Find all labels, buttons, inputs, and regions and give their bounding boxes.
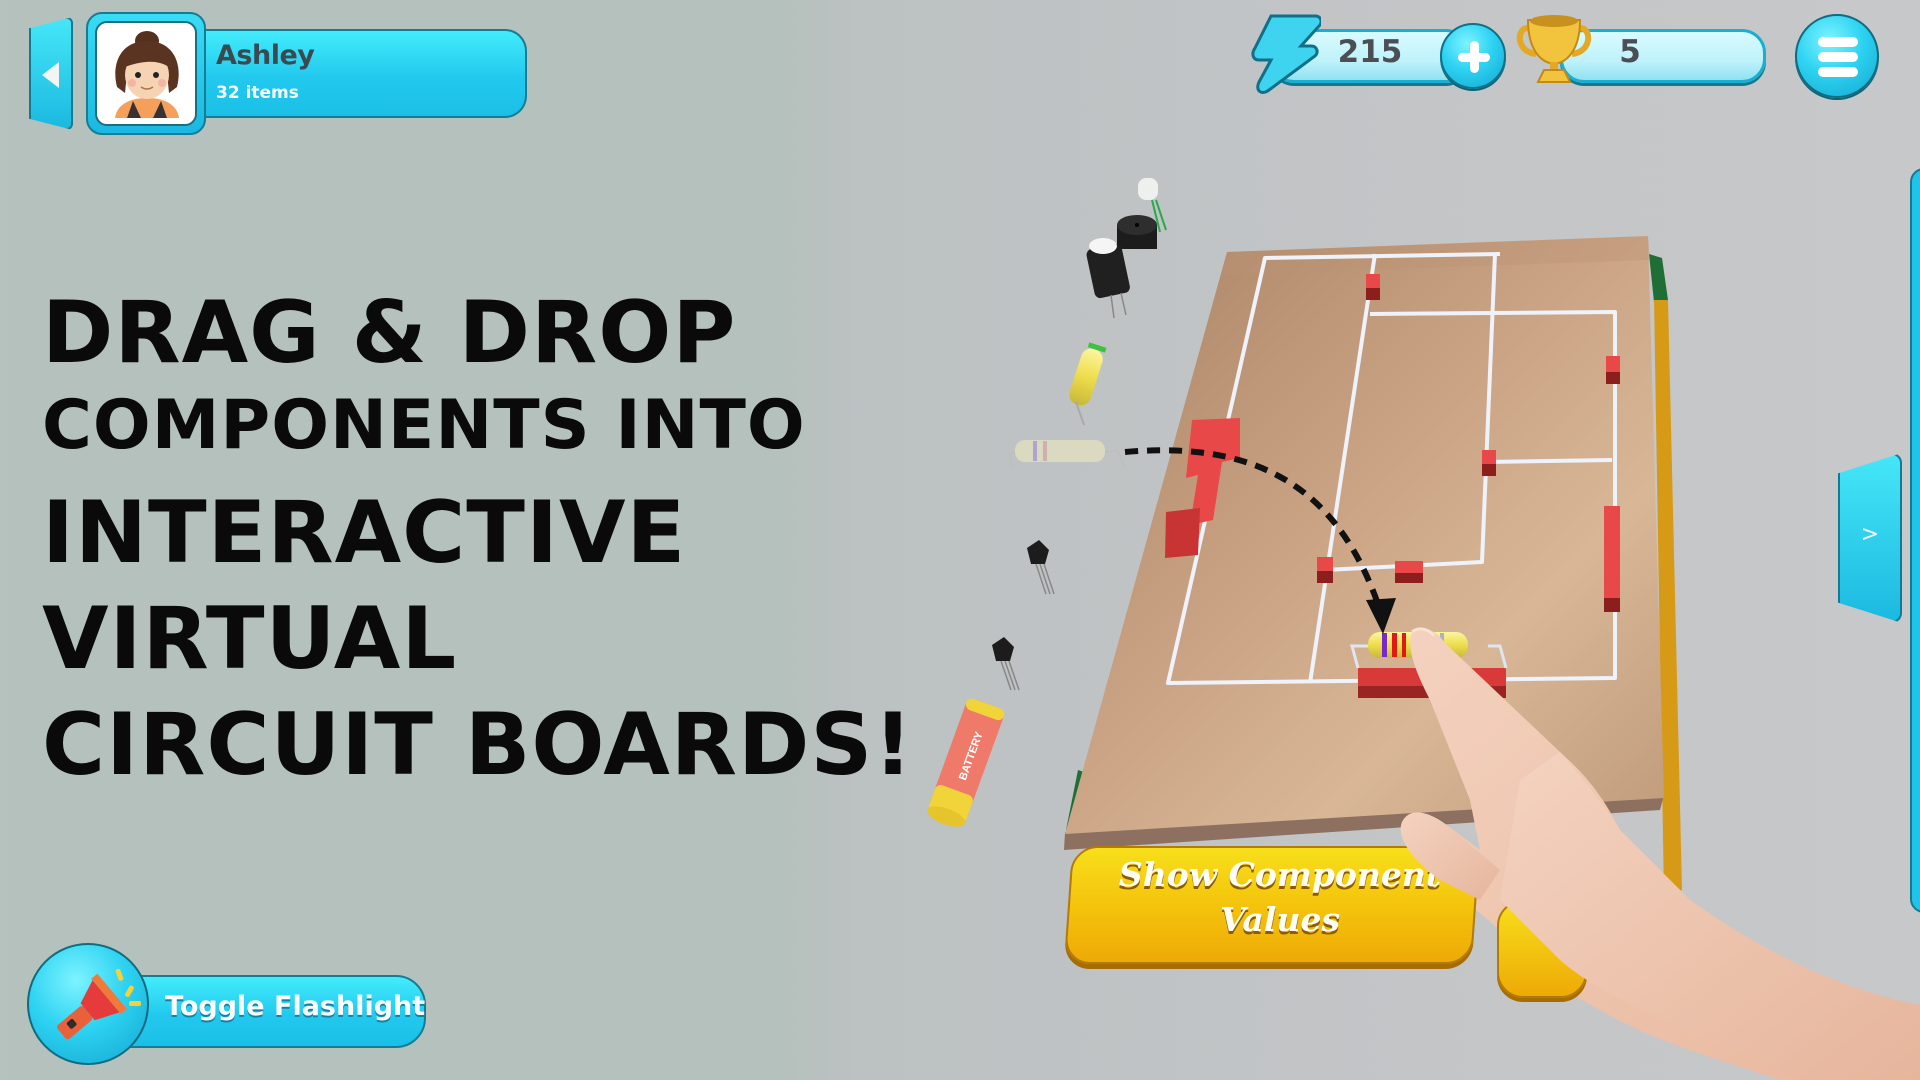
component-buzzer	[1117, 215, 1157, 249]
secondary-yellow-button[interactable]	[1497, 900, 1587, 998]
headline-line-4: VIRTUAL	[42, 589, 458, 689]
component-resistor	[1069, 342, 1107, 426]
girl-avatar-icon	[95, 21, 197, 126]
menu-button[interactable]	[1795, 14, 1879, 98]
energy-value: 215	[1337, 34, 1403, 70]
headline-line-3: INTERACTIVE	[42, 483, 687, 583]
component-transistor	[1027, 540, 1055, 595]
component-transistor	[992, 637, 1020, 691]
add-energy-button[interactable]	[1440, 23, 1506, 89]
profile-name: Ashley	[216, 40, 315, 71]
profile-item-count: 32 items	[216, 83, 299, 103]
headline-line-5: CIRCUIT BOARDS!	[42, 695, 914, 795]
component-battery: BATTERY	[927, 698, 1005, 827]
flashlight-icon-button[interactable]	[27, 943, 149, 1065]
toggle-flashlight-label: Toggle Flashlight	[165, 991, 426, 1022]
avatar[interactable]	[86, 12, 206, 135]
trophy-value: 5	[1619, 34, 1641, 70]
side-panel[interactable]	[1910, 168, 1920, 913]
headline-line-1: DRAG & DROP	[42, 283, 737, 383]
headline-line-2: COMPONENTS INTO	[42, 386, 806, 465]
flashlight-icon	[57, 968, 141, 1040]
component-capacitor	[1086, 238, 1130, 319]
component-resistor-ghost	[1009, 440, 1126, 471]
chevron-right-icon: >	[1860, 522, 1880, 547]
trophy-icon	[1516, 15, 1592, 83]
back-button[interactable]	[29, 17, 73, 130]
triangle-left-icon	[42, 62, 59, 88]
show-component-values-label: Show Component Values	[1118, 855, 1442, 939]
